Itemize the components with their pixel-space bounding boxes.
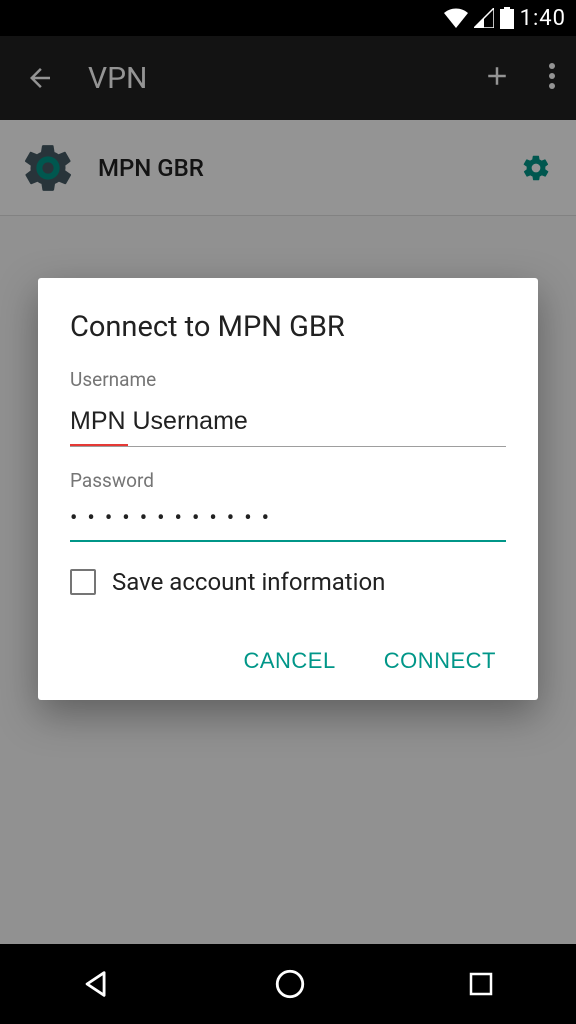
wifi-icon <box>444 8 468 28</box>
connect-dialog: Connect to MPN GBR Username Password •••… <box>38 278 538 700</box>
save-info-checkbox[interactable] <box>70 569 96 595</box>
nav-back-button[interactable] <box>80 967 114 1001</box>
cell-signal-icon <box>474 8 494 28</box>
nav-home-button[interactable] <box>273 967 307 1001</box>
connect-button[interactable]: CONNECT <box>380 640 500 682</box>
dialog-title: Connect to MPN GBR <box>70 310 506 344</box>
navigation-bar <box>0 944 576 1024</box>
password-label: Password <box>70 469 506 492</box>
save-info-label: Save account information <box>112 568 385 596</box>
nav-recent-button[interactable] <box>466 969 496 999</box>
status-clock: 1:40 <box>520 6 566 31</box>
status-bar: 1:40 <box>0 0 576 36</box>
username-input[interactable] <box>70 401 506 447</box>
cancel-button[interactable]: CANCEL <box>239 640 339 682</box>
password-input[interactable]: •••••••••••• <box>70 502 506 542</box>
battery-icon <box>500 7 514 29</box>
username-label: Username <box>70 368 506 391</box>
